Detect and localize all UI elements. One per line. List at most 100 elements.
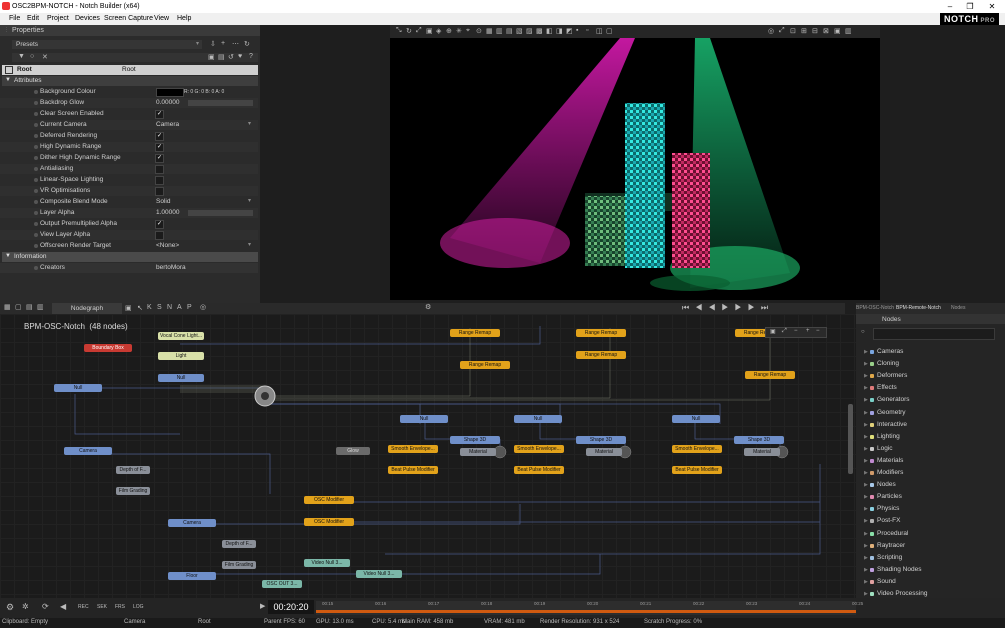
expand-arrow-icon[interactable]: ▶ [864,397,868,403]
node-category-item[interactable]: Cameras [877,348,903,355]
tile-icon[interactable]: ▧ [516,27,523,35]
back-icon[interactable]: ◀ [60,602,66,611]
graph-node[interactable]: Beat Pulse Modifier [672,466,722,474]
light-icon[interactable]: ✳ [456,27,462,35]
split-left-icon[interactable]: ◧ [546,27,553,35]
graph-node[interactable]: Null [158,374,204,382]
shape-icon[interactable]: ◈ [436,27,441,35]
square-icon[interactable]: ▫ [586,27,588,34]
graph-node[interactable]: OSC Modifier [304,496,354,504]
maximize-icon[interactable]: ⊞ [801,27,807,35]
node-category-item[interactable]: Interactive [877,421,907,428]
expand-arrow-icon[interactable]: ▶ [864,482,868,488]
menu-project[interactable]: Project [47,15,69,22]
tab-nodes[interactable]: Nodes [951,305,965,311]
graph-node[interactable]: Null [54,384,102,392]
sek-button[interactable]: SEK [97,604,107,610]
expand-arrow-icon[interactable]: ▶ [864,543,868,549]
graph-node[interactable]: Null [400,415,448,423]
color-swatch[interactable] [156,88,184,97]
graph-node[interactable]: Camera [168,519,216,527]
node-category-item[interactable]: Sound [877,578,896,585]
expand-arrow-icon[interactable]: ▶ [864,385,868,391]
attribute-checkbox[interactable] [155,187,164,196]
node-category-item[interactable]: Video Processing [877,590,927,597]
node-category-item[interactable]: Nodes [877,481,896,488]
download-icon[interactable]: ⇩ [210,40,216,48]
clear-icon[interactable]: ✕ [42,53,48,61]
zoom-in-icon[interactable]: + [806,328,810,334]
node-category-item[interactable]: Materials [877,457,903,464]
node-category-item[interactable]: Physics [877,505,899,512]
zoom-out-icon[interactable]: − [794,328,798,334]
graph-node[interactable]: Light [158,352,204,360]
tab-bpm-osc[interactable]: BPM-OSC-Notch [856,305,894,311]
fit-icon[interactable]: ⊡ [790,27,796,35]
graph-node[interactable]: Material [744,448,780,456]
node-category-item[interactable]: Geometry [877,409,906,416]
graph-node[interactable]: Material [460,448,496,456]
graph-node[interactable]: Range Remap [745,371,795,379]
attribute-checkbox[interactable]: ✓ [155,143,164,152]
add-icon[interactable]: ⊕ [446,27,452,35]
expand-arrow-icon[interactable]: ▶ [864,579,868,585]
graph-node[interactable]: Shape 3D [576,436,626,444]
expand-arrow-icon[interactable]: ▶ [864,361,868,367]
graph-node[interactable]: Range Remap [460,361,510,369]
view-icon[interactable]: ◫ [596,27,603,35]
rotate-icon[interactable]: ↻ [406,27,412,35]
menu-icon[interactable]: ⋯ [232,40,239,48]
attribute-checkbox[interactable] [155,165,164,174]
rec-button[interactable]: REC [78,604,89,610]
menu-help[interactable]: Help [177,15,191,22]
split-icon[interactable]: ▥ [37,303,44,311]
transport-controls[interactable]: ⏮◀◀▶▶▶⏭ [682,303,774,313]
node-category-item[interactable]: Shading Nodes [877,566,921,573]
tab-bpm-remote[interactable]: BPM-Remote-Notch [896,305,941,311]
expand-arrow-icon[interactable]: ▶ [864,446,868,452]
tool-s[interactable]: S [157,304,162,311]
root-header[interactable]: Root Root [2,65,258,75]
expand-arrow-icon[interactable]: ▶ [864,410,868,416]
graph-node[interactable]: Shape 3D [450,436,500,444]
node-category-item[interactable]: Scripting [877,554,902,561]
select-icon[interactable]: ⤡ [396,27,402,35]
presets-dropdown[interactable]: Presets ▾ [12,40,202,49]
minus-icon[interactable]: − [816,328,820,334]
node-category-item[interactable]: Logic [877,445,893,452]
graph-node[interactable]: Boundary Box [84,344,132,352]
tool-p[interactable]: P [187,304,192,311]
search-icon[interactable]: ○ [861,329,865,335]
minimize-icon[interactable]: ⊟ [812,27,818,35]
frame-icon[interactable]: ▣ [770,328,776,335]
panel-icon[interactable]: ▢ [15,303,22,311]
solid-icon[interactable]: ▩ [536,27,543,35]
graph-node[interactable]: Vocal Cone Light... [158,332,204,340]
settings-icon[interactable]: ⚙ [425,303,431,311]
menu-edit[interactable]: Edit [27,15,39,22]
node-category-item[interactable]: Particles [877,493,902,500]
tool-n[interactable]: N [167,304,172,311]
grid-icon[interactable]: ▦ [4,303,11,311]
graph-node[interactable]: Film Grading [116,487,150,495]
graph-node[interactable]: Null [672,415,720,423]
wire-icon[interactable]: ▨ [526,27,533,35]
close-button[interactable]: ✕ [982,1,1002,12]
search-icon[interactable]: ○ [30,53,34,60]
orbit-icon[interactable]: ◎ [768,27,774,35]
help-icon[interactable]: ? [249,53,253,60]
information-header[interactable]: ▼ Information [2,252,258,262]
root-checkbox-icon[interactable] [5,66,13,74]
node-category-item[interactable]: Raytracer [877,542,905,549]
menu-file[interactable]: File [9,15,20,22]
graph-node[interactable]: Range Remap [576,351,626,359]
tool-a[interactable]: A [177,304,182,311]
node-category-item[interactable]: Deformers [877,372,907,379]
graph-node[interactable]: Depth of F... [222,540,256,548]
expand-arrow-icon[interactable]: ▶ [864,349,868,355]
undo-icon[interactable]: ↺ [228,53,234,61]
node-category-item[interactable]: Procedural [877,530,908,537]
grid-icon[interactable]: ▦ [486,27,493,35]
layout-icon[interactable]: ▥ [496,27,503,35]
tool-k[interactable]: K [147,304,152,311]
